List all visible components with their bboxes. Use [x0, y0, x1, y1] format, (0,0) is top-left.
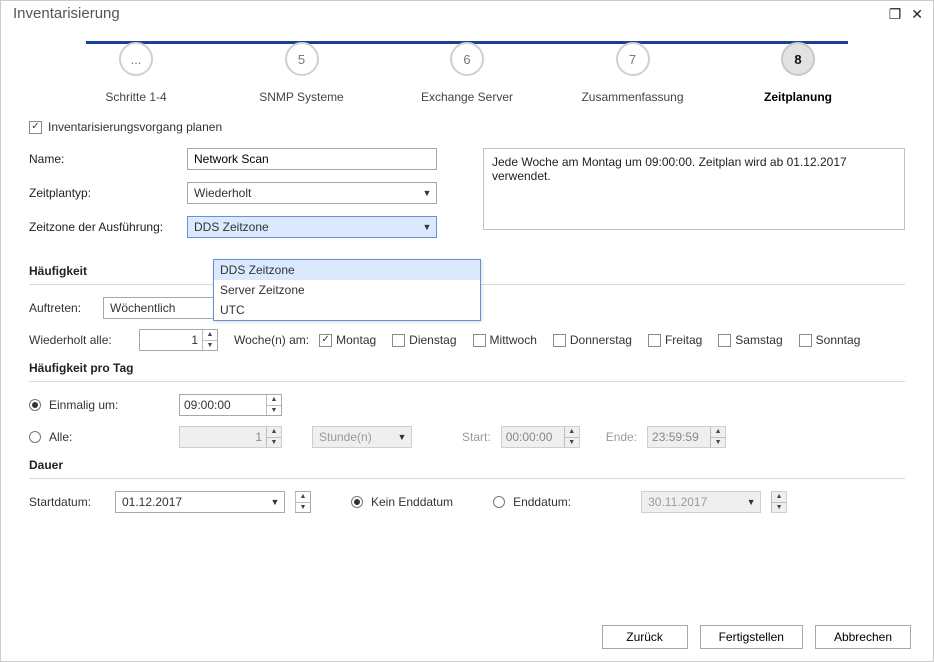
spin-up-icon[interactable]: ▲: [203, 330, 217, 340]
day-sun[interactable]: Sonntag: [799, 333, 861, 347]
close-icon[interactable]: ✕: [911, 7, 923, 21]
tz-option-dds[interactable]: DDS Zeitzone: [214, 260, 480, 280]
name-input[interactable]: [187, 148, 437, 170]
chevron-down-icon: ▼: [744, 494, 758, 510]
step-snmp[interactable]: 5 SNMP Systeme: [227, 42, 377, 104]
window-title: Inventarisierung: [13, 5, 120, 22]
tz-option-utc[interactable]: UTC: [214, 300, 480, 320]
start-label: Start:: [462, 430, 491, 444]
enddate-radio[interactable]: Enddatum:: [493, 495, 571, 509]
plan-checkbox[interactable]: [29, 121, 42, 134]
day-tue[interactable]: Dienstag: [392, 333, 456, 347]
day-sat[interactable]: Samstag: [718, 333, 782, 347]
once-radio[interactable]: Einmalig um:: [29, 398, 169, 412]
tz-option-server[interactable]: Server Zeitzone: [214, 280, 480, 300]
startdate-spinner[interactable]: ▲▼: [295, 491, 311, 513]
section-perday: Häufigkeit pro Tag: [29, 361, 905, 375]
chevron-down-icon: ▼: [420, 219, 434, 235]
weeks-on-label: Woche(n) am:: [234, 333, 309, 347]
type-combo[interactable]: Wiederholt ▼: [187, 182, 437, 204]
every-radio[interactable]: Alle:: [29, 430, 169, 444]
once-time-spinner[interactable]: ▲▼: [179, 394, 282, 416]
cancel-button[interactable]: Abbrechen: [815, 625, 911, 649]
step-schedule[interactable]: 8 Zeitplanung: [723, 42, 873, 104]
spin-up-icon[interactable]: ▲: [296, 492, 310, 502]
day-mon[interactable]: Montag: [319, 333, 376, 347]
schedule-summary: Jede Woche am Montag um 09:00:00. Zeitpl…: [483, 148, 905, 230]
startdate-label: Startdatum:: [29, 495, 105, 509]
start-time-spinner: ▲▼: [501, 426, 580, 448]
every-unit-combo: Stunde(n) ▼: [312, 426, 412, 448]
startdate-combo[interactable]: 01.12.2017 ▼: [115, 491, 285, 513]
section-duration: Dauer: [29, 458, 905, 472]
chevron-down-icon: ▼: [420, 185, 434, 201]
back-button[interactable]: Zurück: [602, 625, 688, 649]
every-spinner: ▲▼: [179, 426, 282, 448]
noend-radio[interactable]: Kein Enddatum: [351, 495, 453, 509]
occur-label: Auftreten:: [29, 301, 93, 315]
enddate-spinner: ▲▼: [771, 491, 787, 513]
chevron-down-icon: ▼: [268, 494, 282, 510]
tz-label: Zeitzone der Ausführung:: [29, 220, 179, 234]
day-wed[interactable]: Mittwoch: [473, 333, 537, 347]
spin-down-icon[interactable]: ▼: [267, 405, 281, 415]
plan-checkbox-label: Inventarisierungsvorgang planen: [48, 120, 222, 134]
spin-up-icon[interactable]: ▲: [267, 395, 281, 405]
repeat-spinner[interactable]: ▲▼: [139, 329, 218, 351]
step-summary[interactable]: 7 Zusammenfassung: [558, 42, 708, 104]
spin-down-icon[interactable]: ▼: [296, 502, 310, 512]
step-1-4[interactable]: ... Schritte 1-4: [61, 42, 211, 104]
tz-combo[interactable]: DDS Zeitzone ▼: [187, 216, 437, 238]
day-thu[interactable]: Donnerstag: [553, 333, 632, 347]
titlebar: Inventarisierung ❐ ✕: [1, 1, 933, 24]
end-label: Ende:: [606, 430, 637, 444]
repeat-label: Wiederholt alle:: [29, 333, 129, 347]
end-time-spinner: ▲▼: [647, 426, 726, 448]
spin-down-icon[interactable]: ▼: [203, 340, 217, 350]
step-exchange[interactable]: 6 Exchange Server: [392, 42, 542, 104]
wizard-steps: ... Schritte 1-4 5 SNMP Systeme 6 Exchan…: [1, 24, 933, 114]
enddate-combo: 30.11.2017 ▼: [641, 491, 761, 513]
chevron-down-icon: ▼: [395, 429, 409, 445]
finish-button[interactable]: Fertigstellen: [700, 625, 803, 649]
tz-dropdown[interactable]: DDS Zeitzone Server Zeitzone UTC: [213, 259, 481, 321]
maximize-icon[interactable]: ❐: [889, 7, 902, 21]
type-label: Zeitplantyp:: [29, 186, 179, 200]
day-fri[interactable]: Freitag: [648, 333, 702, 347]
name-label: Name:: [29, 152, 179, 166]
